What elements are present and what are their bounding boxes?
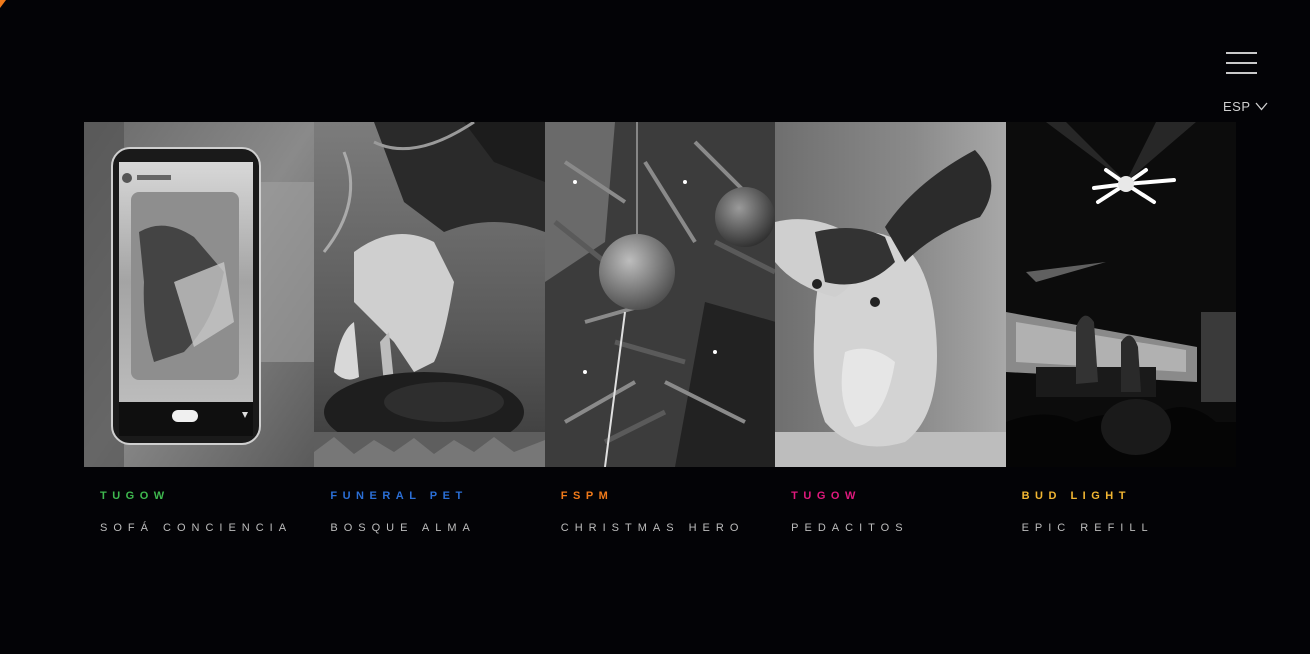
project-card-pedacitos[interactable]: TUGOW PEDACITOS <box>775 122 1006 535</box>
project-card-sofa-conciencia[interactable]: TUGOW SOFÁ CONCIENCIA <box>84 122 315 535</box>
project-brand: TUGOW <box>791 490 861 502</box>
corner-accent-mark <box>0 0 6 8</box>
project-title: SOFÁ CONCIENCIA <box>100 522 293 534</box>
project-brand: TUGOW <box>100 490 170 502</box>
project-gallery: TUGOW SOFÁ CONCIENCIA FUNERAL PET BOSQUE… <box>84 122 1236 535</box>
project-brand: FUNERAL PET <box>330 490 468 502</box>
phone-instagram-story-image[interactable] <box>84 122 315 467</box>
hand-planting-in-soil-image[interactable] <box>314 122 545 467</box>
plush-bunny-toy-image[interactable] <box>775 122 1006 467</box>
menu-line <box>1226 72 1257 74</box>
hamburger-menu-button[interactable] <box>1222 48 1260 80</box>
project-title: BOSQUE ALMA <box>330 522 476 534</box>
language-selector[interactable]: ESP <box>1223 98 1268 114</box>
christmas-tree-ornaments-image[interactable] <box>544 122 776 467</box>
project-brand: FSPM <box>560 490 614 502</box>
page: ESP TUGOW SOFÁ CONCIENCIA FUNERAL PET BO… <box>0 0 1310 654</box>
menu-line <box>1226 52 1257 54</box>
project-title: EPIC REFILL <box>1021 522 1154 534</box>
project-title: PEDACITOS <box>791 522 909 534</box>
concert-stage-lights-image[interactable] <box>1005 122 1236 467</box>
language-label: ESP <box>1223 98 1251 114</box>
chevron-down-icon <box>1255 102 1268 111</box>
project-card-christmas-hero[interactable]: FSPM CHRISTMAS HERO <box>544 122 776 535</box>
project-card-bosque-alma[interactable]: FUNERAL PET BOSQUE ALMA <box>314 122 545 535</box>
project-brand: BUD LIGHT <box>1021 490 1131 502</box>
project-title: CHRISTMAS HERO <box>560 522 745 534</box>
menu-line <box>1226 62 1257 64</box>
project-card-epic-refill[interactable]: BUD LIGHT EPIC REFILL <box>1005 122 1236 535</box>
